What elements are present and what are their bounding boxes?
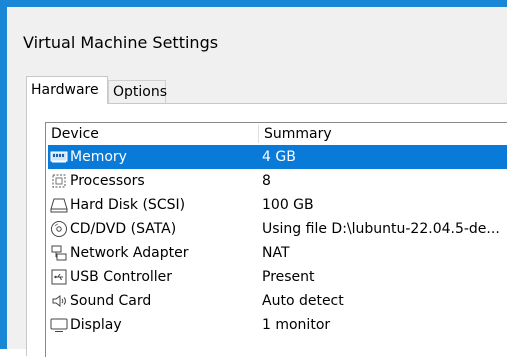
- device-row-hard-disk[interactable]: Hard Disk (SCSI) 100 GB: [48, 193, 507, 217]
- hardware-panel: Device Summary Memory 4 GB Processors 8 …: [26, 103, 507, 357]
- device-name: Processors: [70, 173, 145, 189]
- column-header-summary[interactable]: Summary: [264, 123, 332, 145]
- device-row-sound-card[interactable]: Sound Card Auto detect: [48, 289, 507, 313]
- device-row-cd-dvd[interactable]: CD/DVD (SATA) Using file D:\lubuntu-22.0…: [48, 217, 507, 241]
- sound-card-icon: [50, 292, 68, 310]
- device-summary: 4 GB: [262, 149, 296, 165]
- device-list[interactable]: Device Summary Memory 4 GB Processors 8 …: [45, 122, 507, 357]
- device-summary: 100 GB: [262, 197, 314, 213]
- memory-icon: [50, 148, 68, 166]
- device-name: Hard Disk (SCSI): [70, 197, 186, 213]
- device-row-usb-controller[interactable]: USB Controller Present: [48, 265, 507, 289]
- column-header-device[interactable]: Device: [51, 123, 99, 145]
- cd-dvd-icon: [50, 220, 68, 238]
- device-name: Sound Card: [70, 293, 152, 309]
- usb-controller-icon: [50, 268, 68, 286]
- tab-hardware[interactable]: Hardware: [26, 76, 108, 104]
- device-summary: Auto detect: [262, 293, 344, 309]
- dialog-title: Virtual Machine Settings: [23, 33, 219, 52]
- device-name: Network Adapter: [70, 245, 189, 261]
- column-divider[interactable]: [258, 125, 259, 143]
- device-row-memory[interactable]: Memory 4 GB: [48, 145, 507, 169]
- device-summary: Using file D:\lubuntu-22.04.5-de...: [262, 221, 500, 237]
- tab-options[interactable]: Options: [108, 80, 167, 103]
- device-row-display[interactable]: Display 1 monitor: [48, 313, 507, 337]
- settings-dialog: Virtual Machine Settings Hardware Option…: [7, 7, 507, 357]
- device-summary: 8: [262, 173, 271, 189]
- display-icon: [50, 316, 68, 334]
- hard-disk-icon: [50, 196, 68, 214]
- processor-icon: [50, 172, 68, 190]
- device-name: Display: [70, 317, 122, 333]
- device-summary: NAT: [262, 245, 290, 261]
- device-summary: Present: [262, 269, 315, 285]
- device-name: USB Controller: [70, 269, 173, 285]
- window-frame-left: [0, 0, 7, 349]
- device-row-processors[interactable]: Processors 8: [48, 169, 507, 193]
- device-name: CD/DVD (SATA): [70, 221, 177, 237]
- device-summary: 1 monitor: [262, 317, 331, 333]
- network-adapter-icon: [50, 244, 68, 262]
- device-name: Memory: [70, 149, 127, 165]
- device-row-network-adapter[interactable]: Network Adapter NAT: [48, 241, 507, 265]
- window-frame-top: [0, 0, 507, 7]
